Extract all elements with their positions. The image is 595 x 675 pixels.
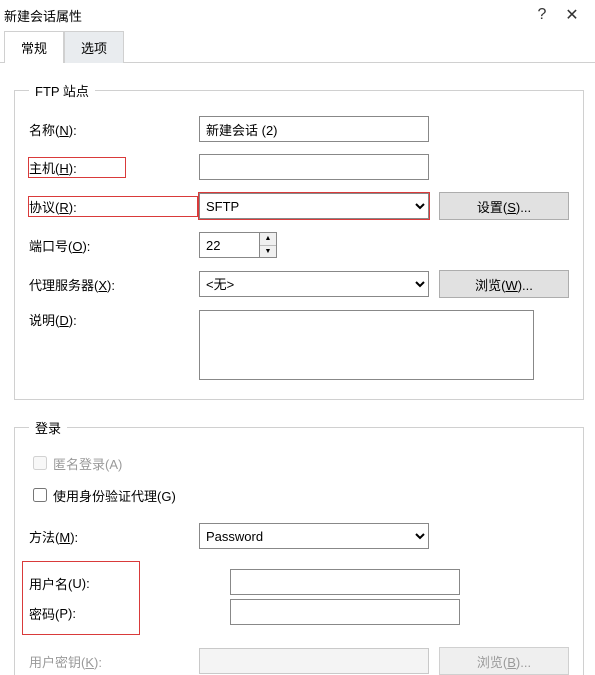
tab-options[interactable]: 选项 — [64, 31, 124, 63]
anonymous-label: 匿名登录(A) — [53, 454, 122, 473]
name-label: 名称(N): — [29, 120, 199, 139]
close-button[interactable]: ✕ — [557, 5, 587, 25]
password-label: 密码(P): — [29, 598, 133, 628]
login-legend: 登录 — [29, 418, 67, 437]
method-label: 方法(M): — [29, 527, 199, 546]
name-field[interactable] — [199, 116, 429, 142]
anonymous-checkbox — [33, 456, 47, 470]
ftp-site-group: FTP 站点 名称(N): 主机(H): 协议(R): SFTP 设置(S)..… — [14, 81, 584, 400]
tab-bar: 常规 选项 — [0, 30, 595, 63]
auth-agent-checkbox-row[interactable]: 使用身份验证代理(G) — [29, 485, 569, 505]
userkey-label: 用户密钥(K): — [29, 652, 199, 671]
login-group: 登录 匿名登录(A) 使用身份验证代理(G) 方法(M): Password 用… — [14, 418, 584, 675]
tab-general[interactable]: 常规 — [4, 31, 64, 63]
port-label: 端口号(O): — [29, 236, 199, 255]
protocol-select[interactable]: SFTP — [199, 193, 429, 219]
ftp-site-legend: FTP 站点 — [29, 81, 95, 100]
auth-agent-label: 使用身份验证代理(G) — [53, 486, 176, 505]
titlebar: 新建会话属性 ? ✕ — [0, 0, 595, 30]
password-field[interactable] — [230, 599, 460, 625]
auth-agent-checkbox[interactable] — [33, 488, 47, 502]
description-label: 说明(D): — [29, 310, 199, 329]
host-field[interactable] — [199, 154, 429, 180]
proxy-label: 代理服务器(X): — [29, 275, 199, 294]
method-select[interactable]: Password — [199, 523, 429, 549]
description-field[interactable] — [199, 310, 534, 380]
port-stepper[interactable]: ▲▼ — [199, 232, 279, 258]
port-spin-buttons[interactable]: ▲▼ — [259, 232, 277, 258]
anonymous-checkbox-row: 匿名登录(A) — [29, 453, 569, 473]
window-title: 新建会话属性 — [4, 6, 527, 25]
spin-up-icon[interactable]: ▲ — [260, 233, 276, 246]
userkey-field — [199, 648, 429, 674]
proxy-browse-button[interactable]: 浏览(W)... — [439, 270, 569, 298]
username-label: 用户名(U): — [29, 568, 133, 598]
credentials-highlight: 用户名(U): 密码(P): — [22, 561, 140, 635]
host-label: 主机(H): — [29, 158, 125, 177]
content-area: FTP 站点 名称(N): 主机(H): 协议(R): SFTP 设置(S)..… — [0, 63, 595, 675]
port-field[interactable] — [199, 232, 259, 258]
username-field[interactable] — [230, 569, 460, 595]
spin-down-icon[interactable]: ▼ — [260, 246, 276, 258]
protocol-label: 协议(R): — [29, 197, 197, 216]
userkey-browse-button: 浏览(B)... — [439, 647, 569, 675]
help-button[interactable]: ? — [527, 6, 557, 24]
proxy-select[interactable]: <无> — [199, 271, 429, 297]
setup-button[interactable]: 设置(S)... — [439, 192, 569, 220]
